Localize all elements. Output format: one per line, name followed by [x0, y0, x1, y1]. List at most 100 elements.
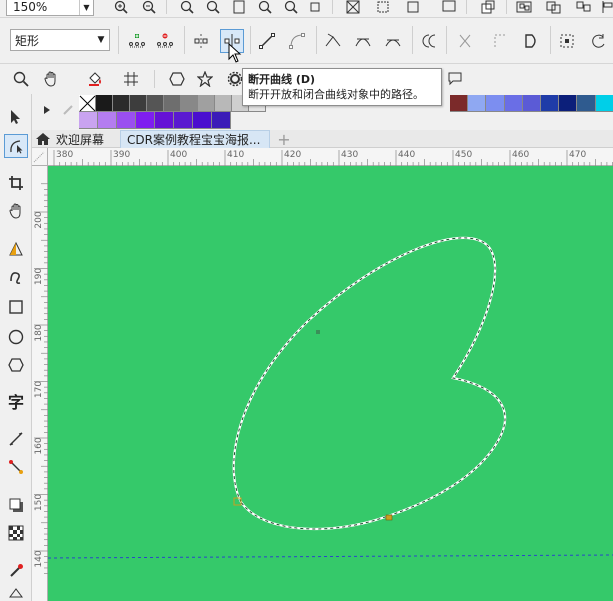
color-swatch[interactable] [130, 95, 147, 112]
delete-node-icon[interactable] [154, 30, 176, 52]
callout-icon[interactable] [444, 68, 466, 90]
zoom-to-selected-icon[interactable] [178, 0, 196, 16]
ruler-label: 380 [56, 150, 73, 160]
close-curve-icon[interactable] [518, 29, 544, 53]
dimension-tool-icon[interactable] [5, 428, 27, 450]
hexagon-icon[interactable] [166, 68, 188, 90]
tab-welcome-screen[interactable]: 欢迎屏幕 [32, 130, 118, 148]
artistic-media-tool-icon[interactable] [5, 266, 27, 288]
transparency-tool-icon[interactable] [5, 522, 27, 544]
drawing-canvas[interactable] [48, 166, 613, 601]
break-apart-icon[interactable] [574, 0, 594, 16]
eyedropper-icon[interactable] [58, 100, 78, 120]
crop-tool-icon[interactable] [5, 172, 27, 194]
color-swatch[interactable] [113, 95, 130, 112]
tab-document[interactable]: CDR案例教程宝宝海报... [120, 130, 270, 148]
pan-tool-icon[interactable] [5, 200, 27, 222]
color-swatch[interactable] [147, 95, 164, 112]
ruler-origin[interactable] [32, 148, 48, 166]
interactive-fill-tool-icon[interactable] [5, 586, 27, 600]
connector-tool-icon[interactable] [5, 456, 27, 478]
chevron-down-icon[interactable]: ▼ [79, 0, 93, 15]
select-all-nodes-icon[interactable] [556, 30, 578, 52]
hand-pan-icon[interactable] [40, 68, 62, 90]
text-tool-icon[interactable]: 字 [5, 390, 27, 412]
join-nodes-icon[interactable] [190, 30, 212, 52]
zoom-out-icon[interactable] [140, 0, 158, 16]
freehand-tool-icon[interactable] [5, 238, 27, 260]
zoom-in-icon[interactable] [112, 0, 130, 16]
grid-snap-icon[interactable] [120, 68, 142, 90]
color-swatch[interactable] [215, 95, 232, 112]
color-swatch[interactable] [577, 95, 596, 112]
color-swatch[interactable] [595, 95, 613, 112]
reverse-direction-icon[interactable] [418, 30, 440, 52]
color-swatch[interactable] [181, 95, 198, 112]
zoom-to-height-icon[interactable] [282, 0, 300, 16]
vertical-ruler[interactable]: 200 190 180 170 160 150 140 [32, 166, 48, 601]
selected-curve[interactable] [232, 236, 507, 530]
color-swatch[interactable] [96, 95, 113, 112]
cusp-node-icon[interactable] [322, 30, 344, 52]
pan-icon[interactable] [306, 0, 324, 16]
color-swatch[interactable] [450, 95, 469, 112]
tab-welcome-label: 欢迎屏幕 [56, 132, 105, 147]
fill-icon[interactable] [84, 68, 106, 90]
color-swatch[interactable] [468, 95, 487, 112]
eyedropper-tool-icon[interactable] [5, 560, 27, 582]
color-swatch[interactable] [198, 95, 215, 112]
boundary-icon[interactable] [344, 0, 362, 16]
palette-scroll-icon[interactable] [40, 102, 54, 118]
color-swatch[interactable] [79, 112, 98, 129]
polygon-tool-icon[interactable] [5, 354, 27, 376]
zoom-level-combo[interactable]: 150% ▼ [6, 0, 94, 16]
color-swatch[interactable] [486, 95, 505, 112]
rectangle-tool-icon[interactable] [5, 296, 27, 318]
extract-subpath-icon[interactable] [490, 30, 512, 52]
pick-tool-icon[interactable] [5, 106, 27, 128]
smooth-node-icon[interactable] [352, 30, 374, 52]
ruler-label: 190 [34, 268, 44, 285]
color-swatch[interactable] [212, 112, 231, 129]
add-tab-button[interactable]: + [274, 130, 294, 149]
grid-options-icon[interactable] [440, 0, 458, 16]
color-swatch[interactable] [559, 95, 578, 112]
drop-shadow-tool-icon[interactable] [5, 494, 27, 516]
curve-node[interactable] [316, 330, 320, 334]
color-swatch[interactable] [193, 112, 212, 129]
color-swatch[interactable] [522, 95, 541, 112]
combine-icon[interactable] [544, 0, 564, 16]
zoom-to-width-icon[interactable] [256, 0, 274, 16]
guideline[interactable] [48, 554, 613, 559]
zoom-to-all-icon[interactable] [204, 0, 222, 16]
chevron-down-icon[interactable]: ▼ [93, 35, 109, 45]
star-icon[interactable] [194, 68, 216, 90]
trace-icon[interactable] [404, 0, 422, 16]
horizontal-ruler[interactable]: 380 390 400 410 420 430 440 450 460 470 [48, 148, 613, 166]
symmetrical-node-icon[interactable] [382, 30, 404, 52]
color-swatch[interactable] [155, 112, 174, 129]
shape-type-select[interactable]: 矩形 ▼ [10, 29, 110, 51]
color-swatch[interactable] [136, 112, 155, 129]
rotate-nodes-icon[interactable] [586, 30, 610, 52]
color-swatch[interactable] [174, 112, 193, 129]
curve-node[interactable] [385, 514, 393, 521]
to-line-icon[interactable] [256, 30, 278, 52]
align-icon[interactable] [600, 0, 613, 16]
color-swatch[interactable] [164, 95, 181, 112]
extend-curve-icon[interactable] [454, 30, 476, 52]
no-color-swatch[interactable] [79, 95, 96, 112]
envelope-icon[interactable] [374, 0, 392, 16]
zoom-to-page-icon[interactable] [230, 0, 248, 16]
to-curve-icon[interactable] [286, 30, 308, 52]
color-swatch[interactable] [504, 95, 523, 112]
search-icon[interactable] [10, 68, 32, 90]
ellipse-tool-icon[interactable] [5, 326, 27, 348]
to-front-icon[interactable] [478, 0, 498, 16]
shape-tool-icon[interactable] [4, 134, 28, 158]
color-swatch[interactable] [541, 95, 560, 112]
color-swatch[interactable] [117, 112, 136, 129]
add-node-icon[interactable] [126, 30, 148, 52]
group-icon[interactable] [514, 0, 534, 16]
color-swatch[interactable] [98, 112, 117, 129]
